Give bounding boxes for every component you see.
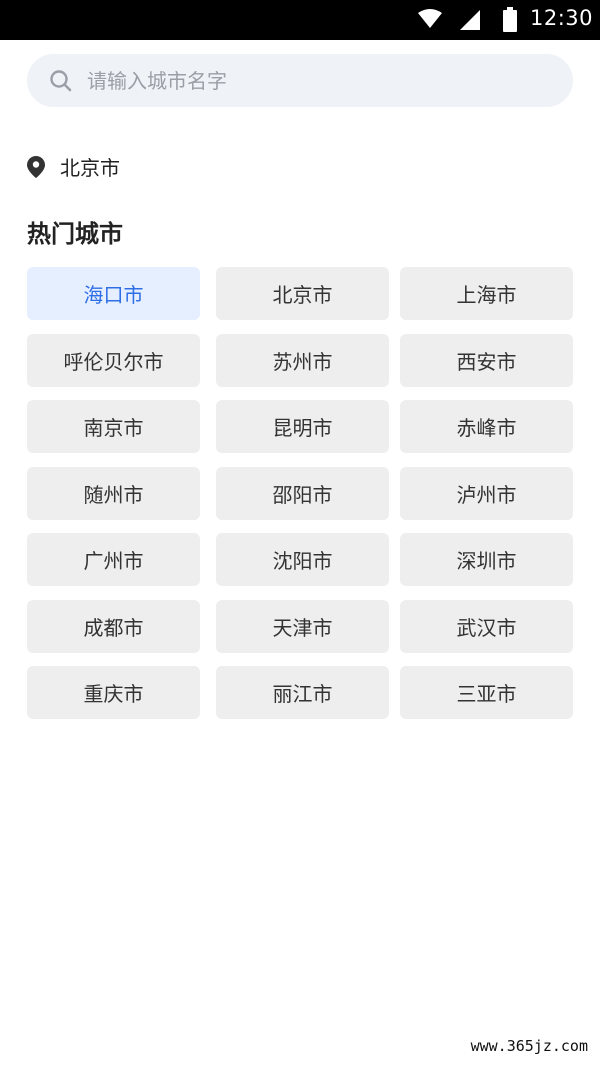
city-button[interactable]: 海口市 [27, 267, 200, 320]
city-button[interactable]: 北京市 [216, 267, 389, 320]
city-button[interactable]: 丽江市 [216, 666, 389, 719]
site-watermark: www.365jz.com [466, 1035, 592, 1057]
current-city-label: 北京市 [60, 156, 120, 180]
hot-cities-title: 热门城市 [27, 220, 123, 248]
city-button[interactable]: 泸州市 [400, 467, 573, 520]
city-button[interactable]: 沈阳市 [216, 533, 389, 586]
city-button[interactable]: 昆明市 [216, 400, 389, 453]
city-button[interactable]: 天津市 [216, 600, 389, 653]
search-bar[interactable] [27, 54, 573, 107]
city-button[interactable]: 呼伦贝尔市 [27, 334, 200, 387]
status-bar: 12:30 [0, 0, 600, 40]
city-button[interactable]: 重庆市 [27, 666, 200, 719]
city-button[interactable]: 随州市 [27, 467, 200, 520]
city-button[interactable]: 深圳市 [400, 533, 573, 586]
city-button[interactable]: 赤峰市 [400, 400, 573, 453]
city-button[interactable]: 南京市 [27, 400, 200, 453]
city-button[interactable]: 西安市 [400, 334, 573, 387]
city-button[interactable]: 邵阳市 [216, 467, 389, 520]
city-button[interactable]: 广州市 [27, 533, 200, 586]
search-input[interactable] [87, 62, 557, 99]
battery-icon [503, 7, 517, 32]
city-button[interactable]: 上海市 [400, 267, 573, 320]
wifi-icon [418, 9, 442, 28]
city-button[interactable]: 武汉市 [400, 600, 573, 653]
city-button[interactable]: 成都市 [27, 600, 200, 653]
status-time: 12:30 [530, 6, 594, 30]
search-icon [50, 70, 72, 92]
city-button[interactable]: 苏州市 [216, 334, 389, 387]
location-pin-icon [27, 156, 45, 178]
cell-signal-icon [460, 10, 480, 30]
city-button[interactable]: 三亚市 [400, 666, 573, 719]
